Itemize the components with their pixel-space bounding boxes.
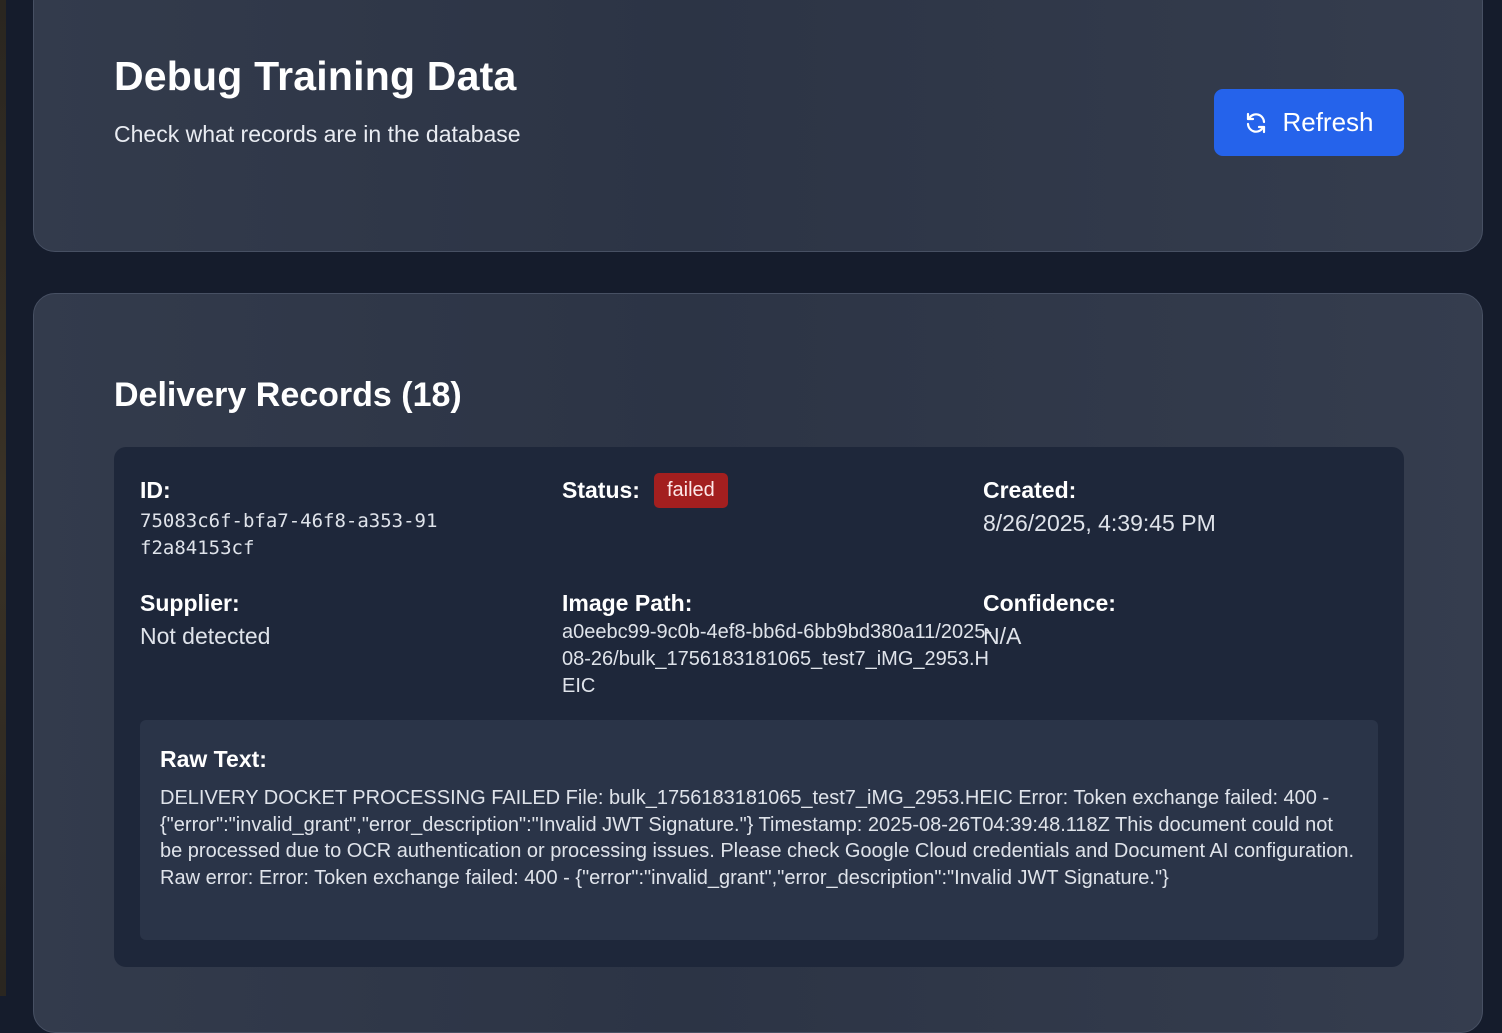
record-card: ID: 75083c6f-bfa7-46f8-a353-91f2a84153cf… (114, 447, 1404, 967)
status-badge: failed (653, 473, 728, 508)
raw-text-label: Raw Text: (160, 746, 267, 772)
status-label: Status: (562, 477, 640, 503)
page-title: Debug Training Data (114, 53, 517, 99)
header-card: Debug Training Data Check what records a… (33, 0, 1483, 252)
confidence-label: Confidence: (983, 590, 1116, 616)
created-label: Created: (983, 477, 1077, 503)
confidence-field: Confidence: N/A (983, 590, 1116, 650)
status-field: Status: failed (562, 473, 728, 508)
refresh-icon (1244, 111, 1268, 135)
created-value: 8/26/2025, 4:39:45 PM (983, 510, 1216, 536)
delivery-records-card: Delivery Records (18) ID: 75083c6f-bfa7-… (33, 293, 1483, 1033)
refresh-button[interactable]: Refresh (1214, 89, 1404, 156)
confidence-value: N/A (983, 623, 1022, 649)
image-path-label: Image Path: (562, 590, 693, 616)
page-subtitle: Check what records are in the database (114, 121, 521, 147)
supplier-label: Supplier: (140, 590, 240, 616)
status-row: Status: failed (562, 473, 728, 508)
image-path-field: Image Path: a0eebc99-9c0b-4ef8-bb6d-6bb9… (562, 590, 1002, 700)
supplier-value: Not detected (140, 623, 271, 649)
supplier-field: Supplier: Not detected (140, 590, 270, 650)
page: Debug Training Data Check what records a… (0, 0, 1502, 1033)
id-value: 75083c6f-bfa7-46f8-a353-91f2a84153cf (140, 510, 438, 559)
id-field: ID: 75083c6f-bfa7-46f8-a353-91f2a84153cf (140, 477, 540, 562)
id-label: ID: (140, 477, 171, 503)
refresh-button-label: Refresh (1282, 107, 1374, 137)
image-path-value: a0eebc99-9c0b-4ef8-bb6d-6bb9bd380a11/202… (562, 621, 992, 697)
raw-text-panel: Raw Text: DELIVERY DOCKET PROCESSING FAI… (140, 720, 1378, 940)
raw-text-value: DELIVERY DOCKET PROCESSING FAILED File: … (160, 787, 1355, 889)
section-title: Delivery Records (18) (114, 376, 462, 414)
created-field: Created: 8/26/2025, 4:39:45 PM (983, 477, 1216, 537)
